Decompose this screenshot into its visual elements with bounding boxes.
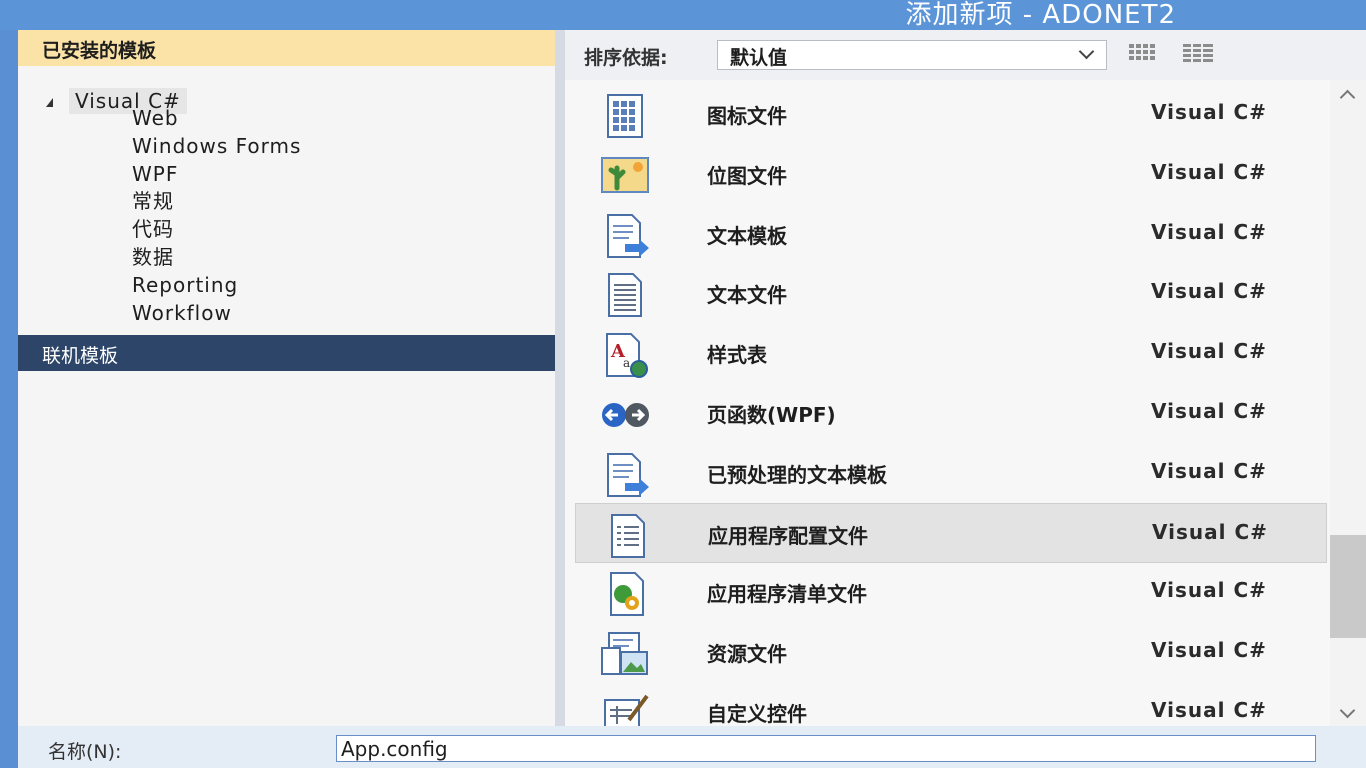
template-language: Visual C# [1152,519,1268,544]
text-template-icon [607,213,649,258]
template-language: Visual C# [1151,279,1267,304]
preprocessed-template-icon [607,452,649,497]
sort-by-label: 排序依据: [584,47,668,69]
template-row[interactable]: 页函数(WPF) Visual C# [575,383,1327,443]
template-name: 资源文件 [707,642,787,667]
detail-view-button[interactable] [1181,42,1217,66]
custom-control-icon [604,694,649,726]
template-name: 应用程序配置文件 [708,523,868,548]
template-name: 样式表 [707,343,767,368]
page-function-icon [602,403,649,427]
scroll-down-icon[interactable] [1339,702,1356,719]
template-row[interactable]: A a 样式表 Visual C# [575,323,1327,383]
template-language: Visual C# [1151,399,1267,423]
chevron-down-icon [1078,43,1095,60]
expand-arrow-icon[interactable] [46,97,53,107]
sort-by-dropdown[interactable]: 默认值 [717,40,1107,70]
template-name: 文本模板 [707,223,787,248]
stylesheet-icon: A a [606,333,648,379]
list-view-icon [1129,44,1155,60]
template-language: Visual C# [1151,578,1267,603]
template-row-selected[interactable]: 应用程序配置文件 Visual C# [575,502,1327,563]
tree-item-windows-forms[interactable]: Windows Forms [132,133,301,161]
sort-toolbar: 排序依据: 默认值 [565,30,1366,80]
template-name: 位图文件 [707,163,787,188]
template-row[interactable]: 位图文件 Visual C# [575,144,1327,204]
installed-templates-header[interactable]: 已安装的模板 [18,30,555,66]
template-list: 图标文件 Visual C# 位图文件 Visual C# 文本模板 Visua… [565,80,1330,726]
detail-view-icon [1183,42,1213,66]
name-bar: 名称(N): [18,726,1366,768]
template-row[interactable]: 资源文件 Visual C# [575,622,1327,682]
template-row[interactable]: 已预处理的文本模板 Visual C# [575,443,1327,503]
name-label: 名称(N): [48,741,122,763]
template-language: Visual C# [1151,458,1267,483]
app-config-icon [611,513,645,558]
text-file-icon [608,273,642,318]
template-row[interactable]: 自定义控件 Visual C# [575,682,1327,726]
template-language: Visual C# [1151,698,1267,722]
template-language: Visual C# [1151,339,1267,364]
svg-text:a: a [623,356,630,370]
tree-children: Web Windows Forms WPF 常规 代码 数据 Reporting… [132,105,301,327]
tree-item-general[interactable]: 常规 [132,188,301,216]
template-language: Visual C# [1151,638,1267,663]
template-categories-pane: 已安装的模板 Visual C# Web Windows Forms WPF 常… [18,30,555,726]
scroll-up-icon[interactable] [1339,89,1356,106]
template-list-scrollbar[interactable] [1330,80,1366,726]
template-name: 文本文件 [707,283,787,308]
list-view-button[interactable] [1127,42,1163,66]
name-input[interactable] [336,735,1316,762]
template-name: 自定义控件 [707,702,807,726]
sort-by-value: 默认值 [730,47,788,69]
tree-item-web[interactable]: Web [132,105,301,133]
bitmap-file-icon [601,156,649,193]
tree-item-wpf[interactable]: WPF [132,161,301,189]
pane-divider[interactable] [555,30,565,726]
template-language: Visual C# [1151,159,1267,184]
template-name: 图标文件 [707,104,787,128]
template-name: 应用程序清单文件 [707,582,867,607]
app-manifest-icon [610,572,644,617]
tree-item-reporting[interactable]: Reporting [132,272,301,300]
icon-file-icon [607,94,643,138]
tree-item-workflow[interactable]: Workflow [132,300,301,328]
template-row[interactable]: 图标文件 Visual C# [575,84,1327,144]
template-row[interactable]: 应用程序清单文件 Visual C# [575,562,1327,622]
template-row[interactable]: 文本模板 Visual C# [575,204,1327,264]
template-name: 页函数(WPF) [707,403,836,427]
template-language: Visual C# [1151,219,1267,244]
online-templates-item[interactable]: 联机模板 [18,335,555,371]
tree-item-code[interactable]: 代码 [132,216,301,244]
template-row[interactable]: 文本文件 Visual C# [575,263,1327,323]
resource-file-icon [601,632,648,676]
window-title: 添加新项 - ADONET2 [905,0,1176,30]
tree-item-data[interactable]: 数据 [132,244,301,272]
template-name: 已预处理的文本模板 [707,462,887,487]
template-language: Visual C# [1151,100,1267,124]
title-bar: 添加新项 - ADONET2 [0,0,1366,30]
scroll-thumb[interactable] [1330,535,1366,638]
